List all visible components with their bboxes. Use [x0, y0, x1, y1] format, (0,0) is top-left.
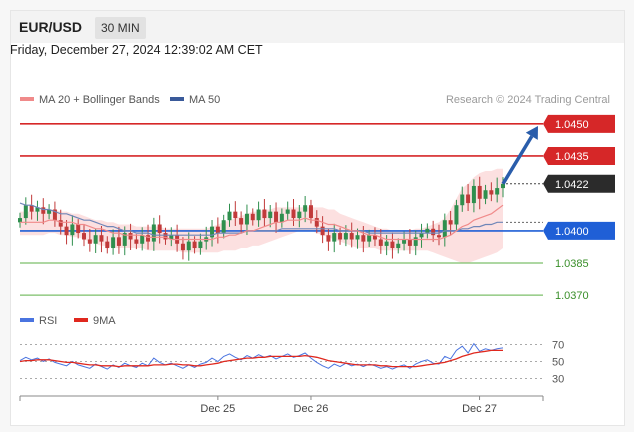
candle-body [250, 213, 255, 221]
rsi-tick-30: 30 [552, 374, 564, 386]
candle-body [76, 224, 81, 234]
candle-body [454, 205, 459, 225]
candle-body [41, 207, 46, 214]
candle-body [262, 209, 267, 219]
rsi-legend-swatch-0 [20, 318, 34, 322]
level-label-1.0400: 1.0400 [555, 226, 589, 238]
candle-body [355, 235, 360, 240]
candle-body [140, 235, 145, 244]
candle-body [151, 224, 156, 242]
candle-body [244, 213, 249, 225]
candle-body [192, 241, 197, 249]
x-tick-label: Dec 25 [200, 403, 235, 415]
candle-body [425, 228, 430, 234]
copyright-label: Research © 2024 Trading Central [446, 94, 610, 106]
candle-body [128, 233, 133, 240]
candle-body [431, 228, 436, 236]
level-label-1.0370: 1.0370 [555, 290, 589, 302]
chart-canvas: MA 20 + Bollinger Bands MA 50 Research © 2… [18, 94, 615, 415]
candle-body [314, 218, 319, 227]
candle-body [99, 235, 104, 242]
candle-body [343, 233, 348, 240]
candle-body [303, 205, 308, 212]
candle-body [367, 235, 372, 242]
candle-body [361, 235, 366, 242]
candle-body [308, 205, 313, 219]
candle-body [384, 241, 389, 246]
rsi-tick-70: 70 [552, 340, 564, 352]
candle-body [320, 226, 325, 236]
candle-body [326, 235, 331, 242]
level-label-1.0435: 1.0435 [555, 151, 589, 163]
level-label-1.0450: 1.0450 [555, 119, 589, 131]
rsi-legend-swatch-1 [74, 318, 88, 322]
candle-body [93, 235, 98, 244]
x-tick-label: Dec 26 [294, 403, 329, 415]
candle-body [402, 239, 407, 244]
candle-body [198, 241, 203, 249]
rsi-legend-label-1: 9MA [93, 315, 116, 327]
candle-body [105, 241, 110, 249]
candle-body [495, 188, 500, 195]
level-label-1.0385: 1.0385 [555, 258, 589, 270]
legend-swatch-ma50 [170, 97, 184, 101]
candle-body [396, 243, 401, 249]
candle-body [180, 243, 185, 251]
candle-body [483, 190, 488, 199]
candle-body [221, 220, 226, 234]
candle-body [215, 226, 220, 234]
candle-body [279, 213, 284, 223]
rsi-legend-label-0: RSI [39, 315, 57, 327]
candle-body [338, 233, 343, 240]
legend-label-ma50: MA 50 [189, 94, 220, 106]
legend-swatch-ma20 [20, 97, 34, 101]
candle-body [233, 211, 238, 219]
candle-body [186, 241, 191, 251]
candle-body [116, 237, 121, 246]
candle-body [268, 211, 273, 219]
candle-body [256, 209, 261, 221]
candle-body [274, 211, 279, 223]
candle-body [239, 218, 244, 225]
candle-body [448, 220, 453, 225]
candle-body [442, 220, 447, 238]
candle-body [349, 233, 354, 240]
candle-body [87, 239, 92, 244]
candle-body [134, 239, 139, 244]
candle-body [157, 224, 162, 234]
candle-body [297, 211, 302, 219]
candle-body [413, 237, 418, 246]
candle-body [23, 205, 28, 219]
bollinger-band [20, 168, 503, 263]
forecast-arrow-shaft [501, 135, 534, 185]
candle-body [227, 211, 232, 221]
x-tick-label: Dec 27 [462, 403, 497, 415]
candle-body [489, 190, 494, 195]
rsi-ma-line [19, 349, 503, 368]
candle-body [460, 194, 465, 206]
candle-body [82, 233, 87, 240]
candle-body [466, 194, 471, 204]
candle-body [285, 209, 290, 214]
candle-body [64, 226, 69, 236]
candle-body [111, 237, 116, 249]
candle-body [378, 239, 383, 246]
candle-body [70, 224, 75, 236]
legend-label-ma20: MA 20 + Bollinger Bands [39, 94, 160, 106]
candle-body [332, 233, 337, 242]
candle-body [471, 185, 476, 204]
level-label-1.0422: 1.0422 [555, 179, 589, 191]
candle-body [407, 239, 412, 246]
candle-body [146, 235, 151, 242]
rsi-tick-50: 50 [552, 357, 564, 369]
candle-body [291, 209, 296, 219]
candle-body [477, 185, 482, 199]
candle-body [436, 235, 441, 238]
candle-body [390, 241, 395, 249]
candle-body [163, 233, 168, 240]
